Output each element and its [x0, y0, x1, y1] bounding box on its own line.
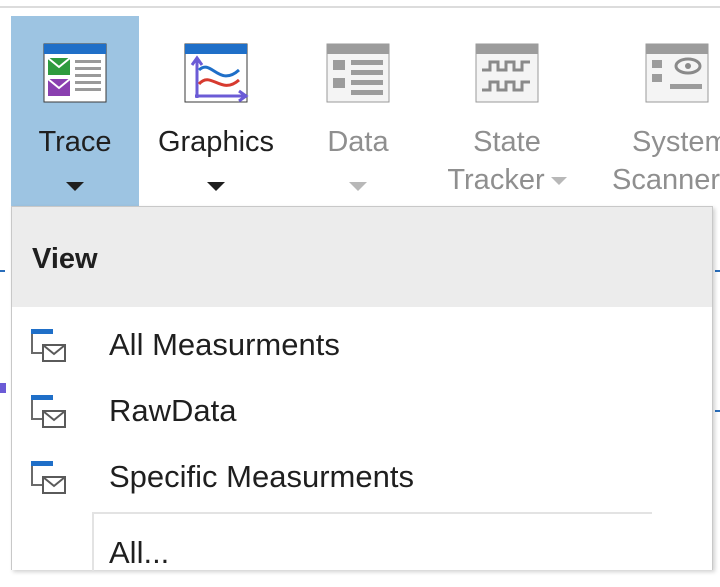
system-scanner-label-line2: Scanner: [612, 164, 720, 196]
menu-section-header: View: [12, 207, 712, 307]
trace-icon: [43, 43, 107, 103]
background-trace-mark: [715, 410, 720, 412]
data-icon: [326, 43, 390, 103]
graphics-button-label: Graphics: [157, 126, 275, 158]
chevron-down-icon: [349, 182, 367, 191]
graphics-button[interactable]: Graphics: [150, 16, 282, 206]
state-tracker-button[interactable]: State Tracker: [432, 16, 582, 206]
background-trace-mark: [0, 383, 6, 393]
menu-item-label: Specific Measurments: [109, 459, 414, 494]
chevron-down-icon: [550, 177, 567, 186]
trace-button-label: Trace: [38, 126, 112, 158]
data-button-label: Data: [327, 126, 389, 158]
menu-item-rawdata[interactable]: RawData: [12, 379, 712, 445]
background-trace-mark: [0, 270, 5, 272]
chevron-down-icon: [207, 182, 225, 191]
menu-item-specific-measurments[interactable]: Specific Measurments: [12, 445, 712, 511]
menu-item-label: RawData: [109, 393, 237, 428]
menu-item-label: All...: [109, 535, 170, 570]
ribbon-top-border: [0, 6, 720, 8]
chevron-down-icon: [66, 182, 84, 191]
menu-separator: [92, 512, 652, 514]
system-scanner-label-line1: System: [632, 126, 720, 158]
trace-button[interactable]: Trace: [11, 16, 139, 206]
background-trace-mark: [715, 270, 720, 272]
menu-item-label: All Measurments: [109, 327, 340, 362]
data-button[interactable]: Data: [300, 16, 416, 206]
graphics-icon: [184, 43, 249, 103]
menu-item-all[interactable]: All...: [12, 521, 712, 587]
state-tracker-label-text: Tracker: [447, 164, 545, 196]
state-tracker-label-line2: Tracker: [432, 162, 582, 198]
menu-item-all-measurments[interactable]: All Measurments: [12, 313, 712, 379]
trace-window-icon: [31, 395, 66, 428]
trace-window-icon: [31, 461, 66, 494]
menu-section-title: View: [32, 243, 98, 275]
trace-window-icon: [31, 329, 66, 362]
trace-dropdown-menu: View All Measurments RawData Specific Me…: [11, 206, 713, 572]
system-scanner-button[interactable]: System Scanner: [604, 16, 720, 206]
state-tracker-icon: [475, 43, 539, 103]
state-tracker-label-line1: State: [473, 126, 541, 158]
system-scanner-icon: [645, 43, 709, 103]
